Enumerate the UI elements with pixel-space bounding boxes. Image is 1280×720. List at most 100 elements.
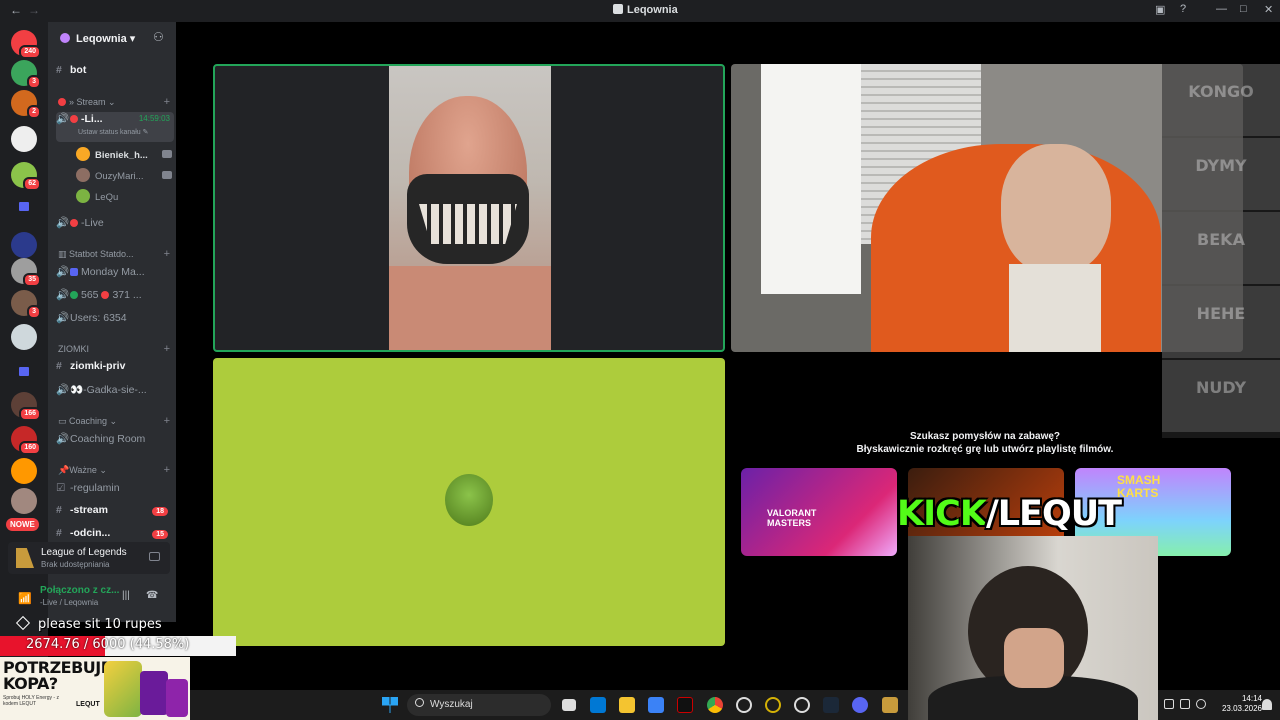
disconnect-icon[interactable]: ☎ (146, 590, 158, 601)
speaker-icon: 🔊 (56, 217, 70, 229)
channel-status[interactable]: Ustaw status kanału ✎ (78, 128, 148, 136)
inbox-icon[interactable]: ▣ (1155, 3, 1165, 16)
minimize-button[interactable]: — (1216, 3, 1227, 15)
voice-user[interactable]: LeQu (76, 189, 172, 207)
steam-icon[interactable] (823, 697, 839, 713)
server-icon[interactable]: 35 (11, 258, 41, 287)
alert-text: please sit 10 rupes (15, 615, 162, 632)
app-icon[interactable] (677, 697, 693, 713)
voice-channel-gadka[interactable]: 🔊👀-Gadka-sie-... (56, 383, 174, 401)
speaker-icon: 🔊 (56, 384, 70, 396)
outlook-icon[interactable] (590, 697, 606, 713)
add-channel-icon[interactable]: + (164, 343, 170, 355)
server-icon[interactable]: 2 (11, 90, 41, 119)
help-icon[interactable]: ? (1180, 3, 1186, 15)
stream-tile-3[interactable] (213, 358, 725, 646)
add-channel-icon[interactable]: + (164, 96, 170, 108)
voice-user[interactable]: OuzyMari... (76, 168, 172, 186)
close-button[interactable]: ✕ (1264, 3, 1273, 16)
voice-channel-coaching[interactable]: 🔊Coaching Room (56, 432, 174, 450)
server-icon[interactable] (11, 458, 37, 484)
channel-ziomki-priv[interactable]: # ziomki-priv (56, 360, 174, 378)
activity-card-valorant[interactable]: VALORANT MASTERS (741, 468, 897, 556)
voice-channel-live[interactable]: 🔊 -Li... 14:59:03 Ustaw status kanału ✎ (56, 112, 174, 142)
app-icon[interactable] (736, 697, 752, 713)
category-ziomki[interactable]: ZIOMKI + (58, 343, 174, 355)
forward-arrow-icon[interactable]: → (28, 3, 40, 17)
stream-tile-1[interactable] (213, 64, 725, 352)
league-of-legends-icon (16, 548, 34, 568)
category-wazne[interactable]: 📌Ważne ⌄ + (58, 464, 174, 476)
store-icon[interactable] (648, 697, 664, 713)
category-coaching[interactable]: ▭ Coaching ⌄ + (58, 415, 174, 427)
voice-channel-live-2[interactable]: 🔊 -Live (56, 216, 174, 234)
voice-user[interactable]: Bieniek_h... (76, 147, 172, 165)
meme-label: NUDY (1162, 360, 1280, 432)
stat-channel[interactable]: 🔊Users: 6354 (56, 311, 174, 329)
server-icon[interactable]: 3 (11, 290, 41, 319)
server-icon[interactable]: 62 (11, 162, 41, 191)
channel-bot[interactable]: # bot (56, 64, 174, 82)
server-icon[interactable] (11, 324, 37, 350)
sponsor-ad: POTRZEBUJESZ KOPA? Sprobuj HOLY Energy -… (0, 657, 190, 720)
server-icon[interactable]: 3 (11, 60, 41, 89)
channel-regulamin[interactable]: ☑ -regulamin (56, 482, 174, 500)
app-icon[interactable] (794, 697, 810, 713)
discord-icon[interactable] (852, 697, 868, 713)
unread-badge: 62 (23, 177, 41, 191)
signal-icon[interactable]: 📶 (18, 592, 32, 605)
wifi-icon[interactable] (1180, 699, 1190, 709)
channel-stream[interactable]: # -stream 18 (56, 504, 174, 522)
league-client-icon[interactable] (882, 697, 898, 713)
taskbar-search[interactable]: Wyszukaj (407, 694, 551, 716)
share-screen-icon[interactable] (149, 552, 160, 561)
back-arrow-icon[interactable]: ← (10, 3, 22, 17)
folder-icon[interactable] (19, 367, 29, 376)
network-icon[interactable] (1164, 699, 1174, 709)
server-icon[interactable] (11, 126, 37, 152)
meme-label: DYMY (1162, 138, 1280, 210)
server-name[interactable]: Leqownia ▾ (76, 32, 135, 45)
server-icon[interactable] (11, 488, 37, 514)
donation-goal-text: 2674.76 / 6000 (44.58%) (26, 637, 190, 652)
folder-icon[interactable] (19, 202, 29, 211)
server-icon[interactable]: 166 (11, 392, 41, 421)
server-icon[interactable]: 160 (11, 426, 41, 455)
rules-icon: ☑ (56, 482, 66, 494)
volume-icon[interactable] (1196, 699, 1206, 709)
unread-badge: 35 (23, 273, 41, 287)
windows-start-icon[interactable] (382, 697, 398, 713)
ad-brand: LEQUT (76, 701, 100, 708)
clock[interactable]: 14:14 23.03.2026 (1214, 694, 1262, 714)
unread-badge: 3 (27, 75, 41, 89)
window-title: Leqownia (613, 4, 678, 16)
camera-feed-body (389, 266, 551, 350)
server-boost-icon (60, 33, 70, 43)
avatar (76, 168, 90, 182)
meme-label: HEHE (1162, 286, 1280, 358)
chrome-icon[interactable] (707, 697, 723, 713)
add-channel-icon[interactable]: + (164, 248, 170, 260)
stat-channel[interactable]: 🔊 Monday Ma... (56, 265, 174, 283)
stat-channel[interactable]: 🔊 565 371 ... (56, 288, 174, 306)
add-channel-icon[interactable]: + (164, 415, 170, 427)
add-member-icon[interactable]: ⚇ (153, 30, 164, 44)
new-badge[interactable]: NOWE (6, 518, 39, 531)
maximize-button[interactable]: □ (1240, 3, 1247, 15)
category-statbot[interactable]: ▥ Statbot Statdo... + (58, 248, 174, 260)
server-icon[interactable] (11, 232, 37, 258)
activity-panel[interactable]: League of Legends Brak udostępniania (8, 542, 170, 574)
app-icon[interactable] (765, 697, 781, 713)
server-header[interactable]: Leqownia ▾ ⚇ (48, 22, 176, 54)
task-view-icon[interactable] (562, 699, 576, 711)
notification-icon[interactable] (1262, 699, 1272, 710)
voice-connection-panel: 📶 Połączono z cz... -Live / Leqownia |||… (8, 580, 170, 616)
server-icon[interactable]: 240 (11, 30, 41, 59)
voice-status[interactable]: Połączono z cz... (40, 585, 119, 596)
noise-suppression-icon[interactable]: ||| (122, 590, 130, 601)
voice-channel-name[interactable]: -Live / Leqownia (40, 598, 98, 607)
mention-badge: 18 (152, 507, 168, 516)
category-stream[interactable]: » Stream ⌄ + (58, 96, 174, 108)
file-explorer-icon[interactable] (619, 697, 635, 713)
add-channel-icon[interactable]: + (164, 464, 170, 476)
